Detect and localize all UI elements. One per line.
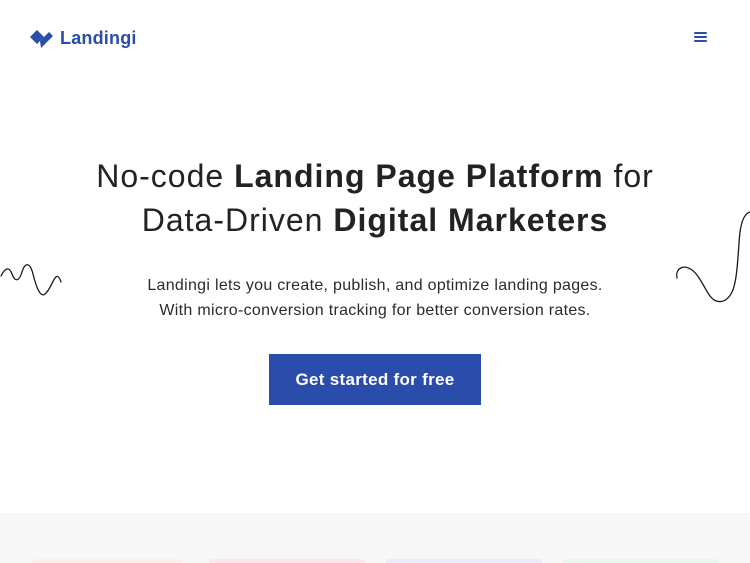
headline-bold-text: Landing Page Platform <box>234 158 604 194</box>
headline-bold-text: Digital Marketers <box>333 202 609 238</box>
get-started-button[interactable]: Get started for free <box>269 354 481 405</box>
logo-link[interactable]: Landingi <box>30 28 137 48</box>
hero-headline: No-code Landing Page Platform for Data-D… <box>0 154 750 242</box>
feature-card-3 <box>386 559 542 563</box>
headline-text: Data-Driven <box>141 202 334 238</box>
feature-card-2 <box>209 559 365 563</box>
description-line-2: With micro-conversion tracking for bette… <box>159 302 591 319</box>
feature-card-4 <box>563 559 719 563</box>
squiggle-decoration-left <box>0 264 62 296</box>
headline-text: for <box>603 158 654 194</box>
hamburger-menu-icon <box>694 32 707 34</box>
logo-text: Landingi <box>60 28 137 48</box>
hero-section: No-code Landing Page Platform for Data-D… <box>0 76 750 513</box>
feature-card-1 <box>32 559 182 563</box>
hamburger-line <box>694 40 707 42</box>
headline-line-2: Data-Driven Digital Marketers <box>0 198 750 242</box>
hamburger-line <box>694 36 707 38</box>
hamburger-menu-button[interactable] <box>694 30 710 44</box>
features-band <box>0 513 750 563</box>
landingi-logo-icon <box>30 30 53 48</box>
headline-line-1: No-code Landing Page Platform for <box>0 154 750 198</box>
landing-page: Landingi No-code Landing Page Platform f… <box>0 0 750 563</box>
hero-description: Landingi lets you create, publish, and o… <box>0 273 750 323</box>
site-header: Landingi <box>0 0 750 76</box>
headline-text: No-code <box>96 158 235 194</box>
description-line-1: Landingi lets you create, publish, and o… <box>147 277 603 294</box>
squiggle-decoration-right <box>676 211 750 303</box>
